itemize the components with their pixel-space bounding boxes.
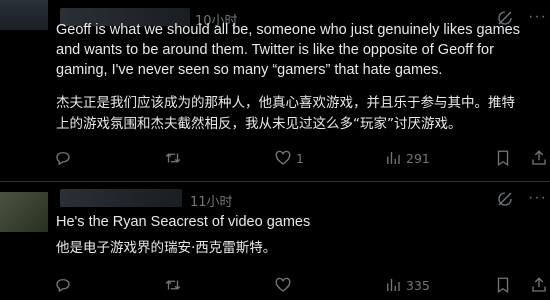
views-button[interactable]: 291 [384, 148, 430, 168]
like-button[interactable] [274, 275, 296, 295]
retweet-icon [165, 153, 181, 163]
like-button[interactable]: 1 [274, 148, 304, 168]
retweet-icon [165, 280, 181, 290]
bookmark-button[interactable] [494, 275, 512, 295]
grok-icon[interactable] [496, 190, 514, 208]
tweet[interactable]: 11小时 ··· He's the Ryan Seacrest of video… [0, 181, 550, 300]
timestamp[interactable]: 11小时 [190, 191, 233, 210]
like-count: 1 [296, 150, 304, 166]
view-count: 335 [406, 277, 430, 293]
retweet-button[interactable] [164, 148, 186, 168]
reply-icon [56, 279, 70, 293]
more-icon[interactable]: ··· [528, 189, 547, 207]
tweet-translation: 他是电子游戏界的瑞安·西克雷斯特。 [56, 240, 277, 256]
like-icon [275, 277, 291, 292]
tweet-text: Geoff is what we should all be, someone … [56, 22, 520, 78]
reply-icon [56, 152, 70, 166]
tweet-text: He's the Ryan Seacrest of video games [56, 214, 311, 230]
views-button[interactable]: 335 [384, 275, 430, 295]
retweet-button[interactable] [164, 275, 186, 295]
bookmark-icon [497, 277, 509, 294]
reply-button[interactable] [54, 148, 76, 168]
view-count: 291 [406, 150, 430, 166]
share-icon [532, 150, 546, 165]
share-button[interactable] [530, 148, 548, 168]
bookmark-icon [497, 150, 509, 167]
bookmark-button[interactable] [494, 148, 512, 168]
avatar[interactable] [0, 0, 48, 30]
views-icon [387, 279, 400, 291]
share-icon [532, 277, 546, 292]
tweet[interactable]: 10小时 ··· Geoff is what we should all be,… [0, 0, 550, 181]
tweet-translation: 杰夫正是我们应该成为的那种人，他真心喜欢游戏，并且乐于参与其中。推特 上的游戏氛… [56, 95, 515, 132]
author-name-redacted [60, 189, 182, 207]
avatar[interactable] [0, 192, 48, 232]
reply-button[interactable] [54, 275, 76, 295]
action-bar: 1 291 [54, 148, 546, 168]
like-icon [275, 150, 291, 165]
views-icon [387, 152, 400, 164]
share-button[interactable] [530, 275, 548, 295]
action-bar: 335 [54, 275, 546, 295]
